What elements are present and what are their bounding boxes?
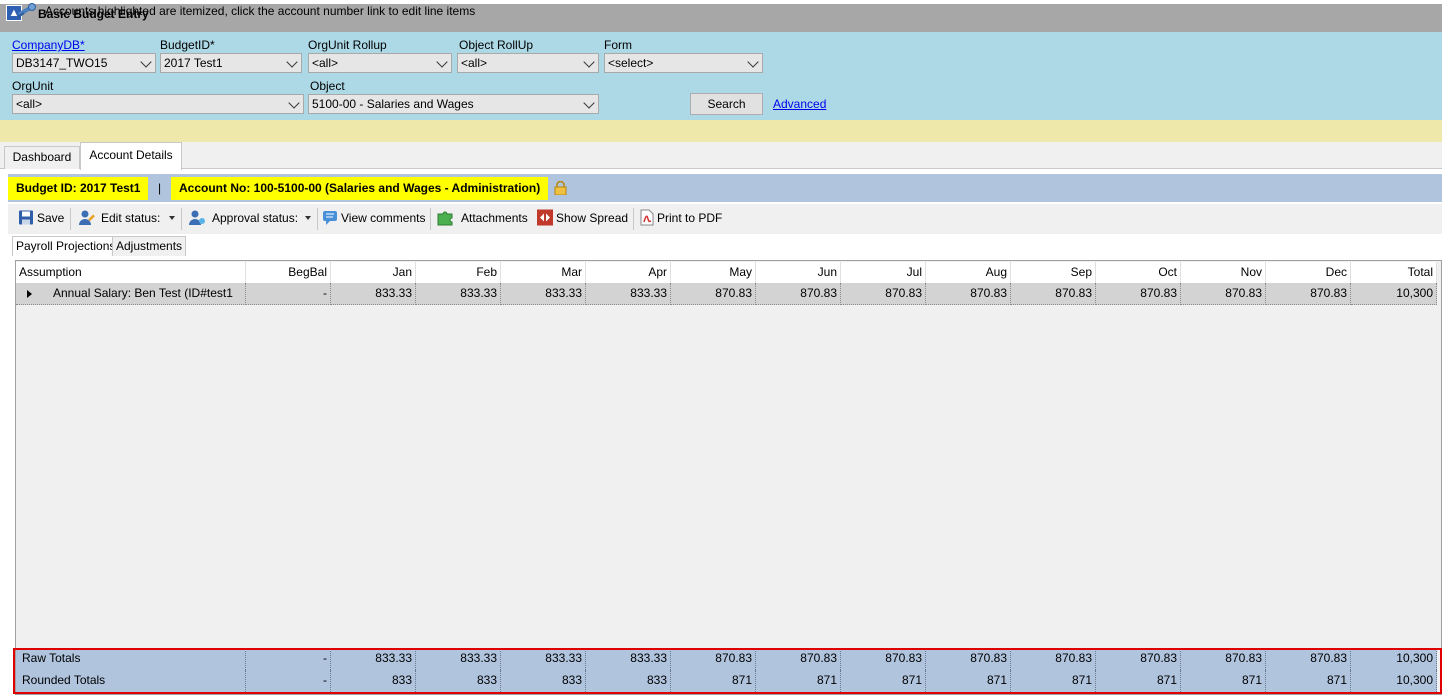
- table-cell[interactable]: 870.83: [671, 283, 756, 305]
- pdf-icon[interactable]: [639, 209, 655, 226]
- table-cell[interactable]: 870.83: [841, 283, 926, 305]
- show-spread-button[interactable]: Show Spread: [556, 211, 628, 225]
- attachments-button[interactable]: Attachments: [461, 211, 528, 225]
- column-header[interactable]: Nov: [1181, 262, 1266, 283]
- form-select[interactable]: <select>: [604, 53, 763, 73]
- subtab-payroll-projections[interactable]: Payroll Projections: [12, 236, 120, 256]
- column-header[interactable]: Jan: [331, 262, 416, 283]
- edit-status-button[interactable]: Edit status:: [101, 211, 160, 225]
- search-button[interactable]: Search: [690, 93, 763, 115]
- toolbar-divider: [70, 208, 71, 230]
- budgetid-select[interactable]: 2017 Test1: [160, 53, 302, 73]
- table-cell[interactable]: 833.33: [331, 283, 416, 305]
- orgunit-rollup-value: <all>: [312, 56, 339, 70]
- chevron-down-icon: [436, 56, 448, 68]
- table-cell[interactable]: 870.83: [1181, 283, 1266, 305]
- payroll-grid: [15, 260, 1442, 695]
- table-cell[interactable]: 10,300: [1351, 283, 1437, 305]
- budgetid-label: BudgetID*: [160, 38, 215, 52]
- companydb-select[interactable]: DB3147_TWO15: [12, 53, 156, 73]
- budget-id-badge: Budget ID: 2017 Test1: [8, 177, 149, 200]
- print-pdf-button[interactable]: Print to PDF: [657, 211, 722, 225]
- object-rollup-label: Object RollUp: [459, 38, 534, 52]
- column-header[interactable]: Jul: [841, 262, 926, 283]
- form-value: <select>: [608, 56, 654, 70]
- totals-highlight-box: [13, 648, 1442, 694]
- info-message: Accounts highlighted are itemized, click…: [45, 4, 476, 18]
- column-header[interactable]: Total: [1351, 262, 1437, 283]
- column-header[interactable]: Mar: [501, 262, 586, 283]
- row-expand-icon[interactable]: [27, 290, 32, 298]
- object-select[interactable]: 5100-00 - Salaries and Wages: [308, 94, 599, 114]
- info-bar: [0, 120, 1442, 142]
- attachments-icon[interactable]: [435, 209, 457, 226]
- table-cell[interactable]: -: [246, 283, 331, 305]
- chevron-down-icon: [286, 56, 298, 68]
- table-cell[interactable]: 870.83: [1011, 283, 1096, 305]
- row-label[interactable]: Annual Salary: Ben Test (ID#test1: [16, 283, 246, 305]
- approval-user-icon[interactable]: [189, 209, 205, 226]
- column-header[interactable]: Jun: [756, 262, 841, 283]
- tab-strip: [0, 142, 1442, 169]
- pin-icon: [17, 3, 36, 18]
- edit-user-icon[interactable]: [79, 209, 95, 226]
- column-header[interactable]: BegBal: [246, 262, 331, 283]
- object-rollup-select[interactable]: <all>: [457, 53, 599, 73]
- account-number-badge: Account No: 100-5100-00 (Salaries and Wa…: [171, 177, 549, 200]
- object-rollup-value: <all>: [461, 56, 488, 70]
- dropdown-arrow-icon[interactable]: [169, 216, 175, 220]
- subtab-adjustments[interactable]: Adjustments: [112, 236, 187, 256]
- advanced-link[interactable]: Advanced: [773, 97, 826, 111]
- chevron-down-icon: [747, 56, 759, 68]
- view-comments-button[interactable]: View comments: [341, 211, 425, 225]
- form-label: Form: [604, 38, 632, 52]
- tab-account-details[interactable]: Account Details: [80, 142, 182, 170]
- chevron-down-icon: [140, 56, 152, 68]
- dropdown-arrow-icon[interactable]: [305, 216, 311, 220]
- table-cell[interactable]: 833.33: [586, 283, 671, 305]
- orgunit-rollup-label: OrgUnit Rollup: [308, 38, 387, 52]
- budgetid-value: 2017 Test1: [164, 56, 223, 70]
- save-icon[interactable]: [18, 209, 34, 226]
- object-value: 5100-00 - Salaries and Wages: [312, 97, 474, 111]
- column-header[interactable]: Assumption: [16, 262, 246, 283]
- table-cell[interactable]: 870.83: [1096, 283, 1181, 305]
- column-header[interactable]: Oct: [1096, 262, 1181, 283]
- toolbar-divider: [181, 208, 182, 230]
- orgunit-value: <all>: [16, 97, 43, 111]
- toolbar-divider: [633, 208, 634, 230]
- header-separator: |: [158, 181, 162, 195]
- toolbar-divider: [430, 208, 431, 230]
- companydb-value: DB3147_TWO15: [16, 56, 108, 70]
- column-header[interactable]: May: [671, 262, 756, 283]
- orgunit-select[interactable]: <all>: [12, 94, 304, 114]
- lock-icon[interactable]: [554, 181, 567, 195]
- column-header[interactable]: Apr: [586, 262, 671, 283]
- orgunit-label: OrgUnit: [12, 79, 54, 93]
- table-cell[interactable]: 870.83: [1266, 283, 1351, 305]
- approval-status-button[interactable]: Approval status:: [212, 211, 298, 225]
- chevron-down-icon: [288, 97, 300, 109]
- spread-icon[interactable]: [537, 209, 553, 226]
- column-header[interactable]: Sep: [1011, 262, 1096, 283]
- comments-icon[interactable]: [322, 209, 338, 226]
- chevron-down-icon: [583, 97, 595, 109]
- companydb-link[interactable]: CompanyDB*: [12, 38, 85, 52]
- object-label: Object: [310, 79, 345, 93]
- column-header[interactable]: Aug: [926, 262, 1011, 283]
- save-button[interactable]: Save: [37, 211, 64, 225]
- table-cell[interactable]: 833.33: [501, 283, 586, 305]
- orgunit-rollup-select[interactable]: <all>: [308, 53, 452, 73]
- column-header[interactable]: Feb: [416, 262, 501, 283]
- column-header[interactable]: Dec: [1266, 262, 1351, 283]
- toolbar-divider: [317, 208, 318, 230]
- table-cell[interactable]: 833.33: [416, 283, 501, 305]
- tab-dashboard[interactable]: Dashboard: [4, 146, 80, 169]
- table-cell[interactable]: 870.83: [926, 283, 1011, 305]
- chevron-down-icon: [583, 56, 595, 68]
- table-cell[interactable]: 870.83: [756, 283, 841, 305]
